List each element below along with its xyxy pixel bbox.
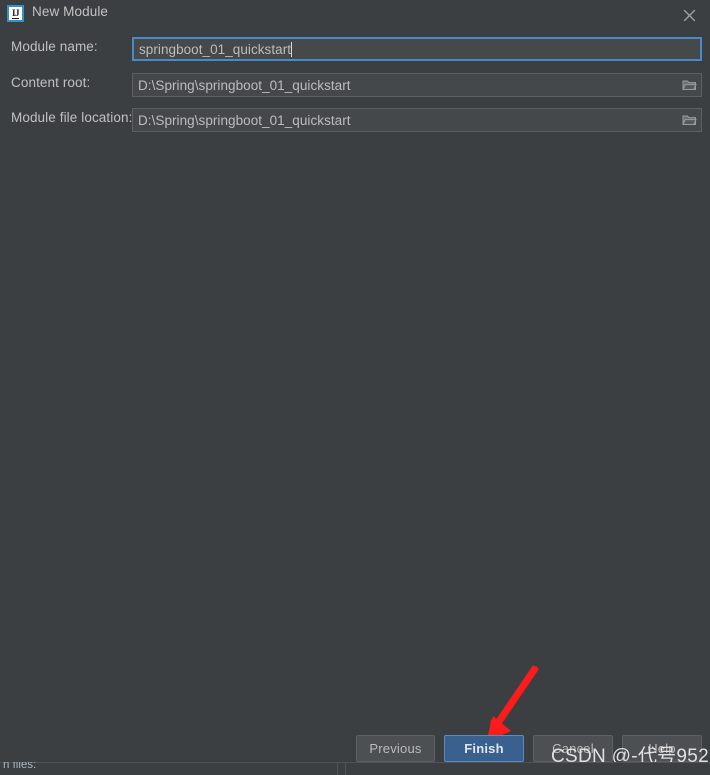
form-row-module-file-location: Module file location: D:\Spring\springbo… [0,108,710,132]
module-name-value: springboot_01_quickstart [139,41,292,57]
close-icon [683,9,696,22]
text-caret [291,41,293,57]
ide-strip-column-divider-1 [337,763,338,775]
red-arrow-annotation [470,665,550,745]
finish-button[interactable]: Finish [444,735,524,762]
dialog-title: New Module [32,4,109,19]
content-root-field[interactable]: D:\Spring\springboot_01_quickstart [132,73,702,97]
form-row-module-name: Module name: springboot_01_quickstart [0,37,710,61]
module-file-location-label: Module file location: [11,110,133,125]
close-button[interactable] [668,0,710,30]
intellij-idea-icon: IJ [7,5,24,22]
help-button[interactable]: Help [622,735,702,762]
form-row-content-root: Content root: D:\Spring\springboot_01_qu… [0,73,710,97]
ide-strip-divider [0,762,710,763]
module-file-location-browse-button[interactable] [677,109,701,131]
ide-strip-partial-text: n files: [3,762,37,771]
content-root-value: D:\Spring\springboot_01_quickstart [138,77,351,93]
content-root-label: Content root: [11,75,91,90]
app-icon-label: IJ [11,7,20,19]
module-file-location-value: D:\Spring\springboot_01_quickstart [138,112,351,128]
dialog-button-bar: Previous Finish Cancel Help [0,735,710,763]
module-file-location-field[interactable]: D:\Spring\springboot_01_quickstart [132,108,702,132]
module-name-field[interactable]: springboot_01_quickstart [132,37,702,61]
ide-strip-column-divider-2 [345,763,346,775]
module-name-label: Module name: [11,39,98,54]
content-root-browse-button[interactable] [677,74,701,96]
dialog-titlebar: IJ New Module [0,0,710,30]
cancel-button[interactable]: Cancel [533,735,613,762]
previous-button[interactable]: Previous [356,735,435,762]
background-ide-strip: n files: [0,762,710,775]
folder-icon [681,114,697,126]
folder-icon [681,79,697,91]
new-module-dialog: IJ New Module Module name: springboot_01… [0,0,710,767]
